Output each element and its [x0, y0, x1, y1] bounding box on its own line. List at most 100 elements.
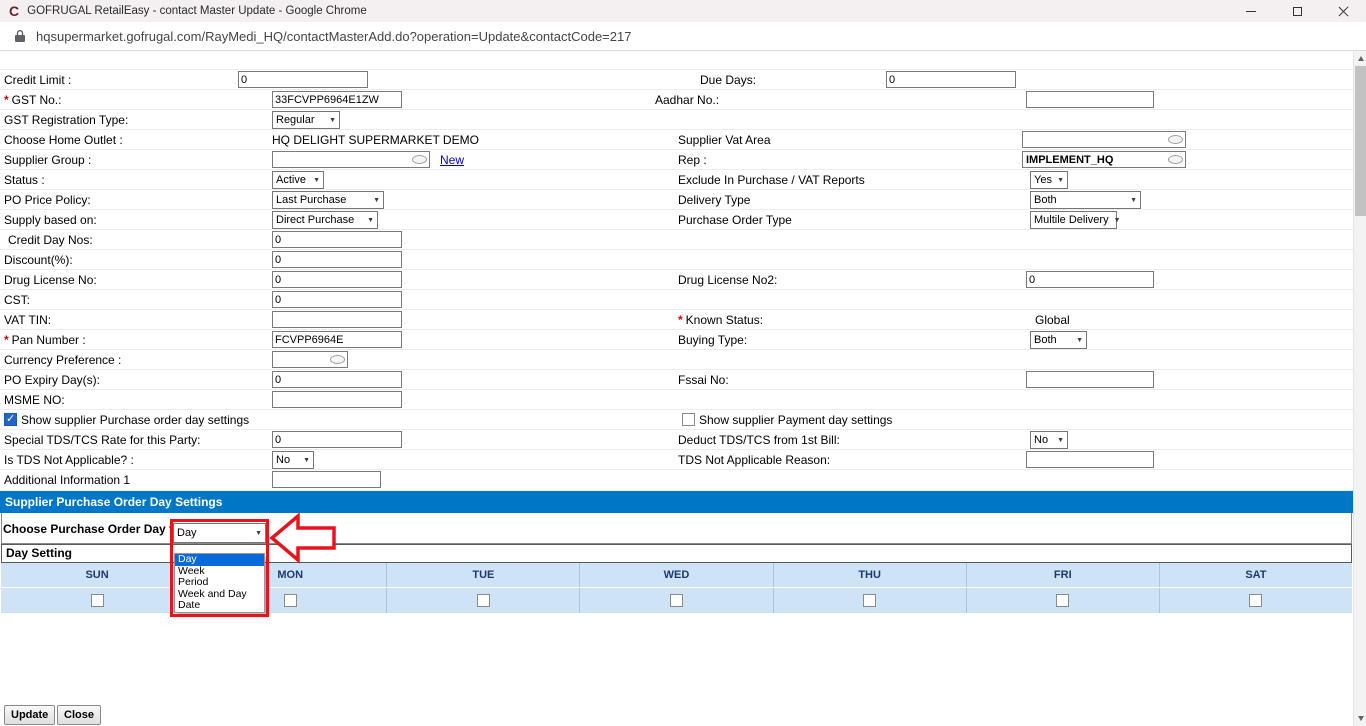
currency-preference-lookup[interactable]: [272, 351, 348, 368]
checkbox-fri[interactable]: [1056, 594, 1069, 607]
close-page-button[interactable]: Close: [57, 705, 101, 725]
show-po-day-settings-checkbox[interactable]: [4, 413, 17, 426]
rep-lookup[interactable]: IMPLEMENT_HQ: [1022, 151, 1186, 168]
checkbox-sat[interactable]: [1249, 594, 1262, 607]
chevron-down-icon: [368, 192, 383, 208]
gst-registration-type-label: GST Registration Type:: [4, 113, 128, 127]
supplier-group-lookup[interactable]: [272, 151, 430, 168]
tds-not-applicable-reason-input[interactable]: [1026, 451, 1154, 468]
option-week-and-day[interactable]: Week and Day: [175, 589, 264, 601]
lock-icon[interactable]: [14, 29, 26, 43]
credit-day-nos-input[interactable]: [272, 231, 402, 248]
option-date[interactable]: Date: [175, 600, 264, 612]
day-type-dropdown-list: Day Week Period Week and Day Date: [174, 553, 265, 613]
pan-number-input[interactable]: [272, 331, 402, 348]
scrollbar-thumb[interactable]: [1355, 66, 1366, 216]
cst-input[interactable]: [272, 291, 402, 308]
fssai-no-input[interactable]: [1026, 371, 1154, 388]
day-type-label: Choose Purchase Order Day type: [3, 522, 194, 536]
form-row: VAT TIN: *Known Status: Global: [0, 310, 1353, 330]
exclude-reports-select[interactable]: Yes: [1030, 171, 1068, 189]
gst-no-input[interactable]: [272, 91, 402, 108]
lookup-ellipse-icon[interactable]: [330, 355, 345, 364]
lookup-ellipse-icon[interactable]: [1168, 135, 1183, 144]
checkbox-sun[interactable]: [91, 594, 104, 607]
new-supplier-group-link[interactable]: New: [440, 153, 464, 167]
minimize-button[interactable]: [1228, 0, 1274, 22]
supply-based-on-label: Supply based on:: [4, 213, 97, 227]
required-marker: *: [678, 313, 683, 327]
cst-label: CST:: [4, 293, 30, 307]
chevron-down-icon: [362, 212, 377, 228]
po-price-policy-select[interactable]: Last Purchase: [272, 191, 384, 209]
status-label: Status :: [4, 173, 45, 187]
delivery-type-select[interactable]: Both: [1030, 191, 1141, 209]
supplier-group-label: Supplier Group :: [4, 153, 91, 167]
supply-based-on-select[interactable]: Direct Purchase: [272, 211, 378, 229]
checkbox-thu[interactable]: [863, 594, 876, 607]
day-checkbox-cell: [1, 588, 194, 613]
minimize-icon: [1246, 11, 1256, 12]
day-checkbox-cell: [387, 588, 580, 613]
buying-type-select[interactable]: Both: [1030, 331, 1087, 349]
form-row: *GST No.: Aadhar No.:: [0, 90, 1353, 110]
arrow-down-icon: [1358, 716, 1364, 721]
form-row: Discount(%):: [0, 250, 1353, 270]
maximize-button[interactable]: [1274, 0, 1320, 22]
form-row: Currency Preference :: [0, 350, 1353, 370]
vat-tin-label: VAT TIN:: [4, 313, 51, 327]
close-button[interactable]: [1320, 0, 1366, 22]
day-checkbox-cell: [967, 588, 1160, 613]
vertical-scrollbar[interactable]: [1353, 51, 1366, 726]
special-tds-rate-input[interactable]: [272, 431, 402, 448]
buying-type-label: Buying Type:: [678, 333, 747, 347]
aadhar-no-input[interactable]: [1026, 91, 1154, 108]
drug-license-no2-input[interactable]: [1026, 271, 1154, 288]
checkbox-wed[interactable]: [670, 594, 683, 607]
form-row: Credit Limit : Due Days:: [0, 70, 1353, 90]
lookup-ellipse-icon[interactable]: [1168, 155, 1183, 164]
day-column-header: FRI: [967, 563, 1160, 587]
status-select[interactable]: Active: [272, 171, 324, 189]
po-expiry-days-input[interactable]: [272, 371, 402, 388]
checkbox-mon[interactable]: [284, 594, 297, 607]
form-row: Supplier Group : New Rep : IMPLEMENT_HQ: [0, 150, 1353, 170]
vat-tin-input[interactable]: [272, 311, 402, 328]
additional-information-1-input[interactable]: [272, 471, 381, 488]
lookup-ellipse-icon[interactable]: [412, 155, 427, 164]
day-column-header: WED: [580, 563, 773, 587]
deduct-tds-select[interactable]: No: [1030, 431, 1068, 449]
chevron-down-icon: [1109, 212, 1124, 228]
update-button[interactable]: Update: [4, 705, 55, 725]
option-day[interactable]: Day: [175, 554, 264, 566]
purchase-order-day-type-select[interactable]: Day: [173, 523, 266, 543]
chevron-down-icon: [1052, 432, 1067, 448]
show-payment-day-settings-label: Show supplier Payment day settings: [699, 413, 892, 427]
discount-input[interactable]: [272, 251, 402, 268]
gst-registration-type-select[interactable]: Regular: [272, 111, 340, 129]
form-row: Supply based on: Direct Purchase Purchas…: [0, 210, 1353, 230]
supplier-vat-area-lookup[interactable]: [1022, 131, 1186, 148]
gst-no-label: *GST No.:: [4, 93, 61, 107]
due-days-input[interactable]: [886, 71, 1016, 88]
drug-license-no-input[interactable]: [272, 271, 402, 288]
pan-number-label: *Pan Number :: [4, 333, 86, 347]
option-period[interactable]: Period: [175, 577, 264, 589]
credit-limit-input[interactable]: [238, 71, 368, 88]
is-tds-not-applicable-select[interactable]: No: [272, 451, 314, 469]
gofrugal-logo-icon: C: [9, 4, 19, 18]
scroll-up-button[interactable]: [1354, 51, 1366, 66]
msme-no-input[interactable]: [272, 391, 402, 408]
drug-license-no-label: Drug License No:: [4, 273, 97, 287]
purchase-order-type-select[interactable]: Multile Delivery: [1030, 211, 1117, 229]
show-po-day-settings-label: Show supplier Purchase order day setting…: [21, 413, 249, 427]
due-days-label: Due Days:: [700, 73, 756, 87]
option-week[interactable]: Week: [175, 566, 264, 578]
scroll-down-button[interactable]: [1354, 711, 1366, 726]
show-payment-day-settings-checkbox[interactable]: [682, 413, 695, 426]
msme-no-label: MSME NO:: [4, 393, 65, 407]
url-text[interactable]: hqsupermarket.gofrugal.com/RayMedi_HQ/co…: [36, 29, 631, 44]
supplier-vat-area-label: Supplier Vat Area: [678, 133, 771, 147]
checkbox-tue[interactable]: [477, 594, 490, 607]
po-price-policy-label: PO Price Policy:: [4, 193, 91, 207]
